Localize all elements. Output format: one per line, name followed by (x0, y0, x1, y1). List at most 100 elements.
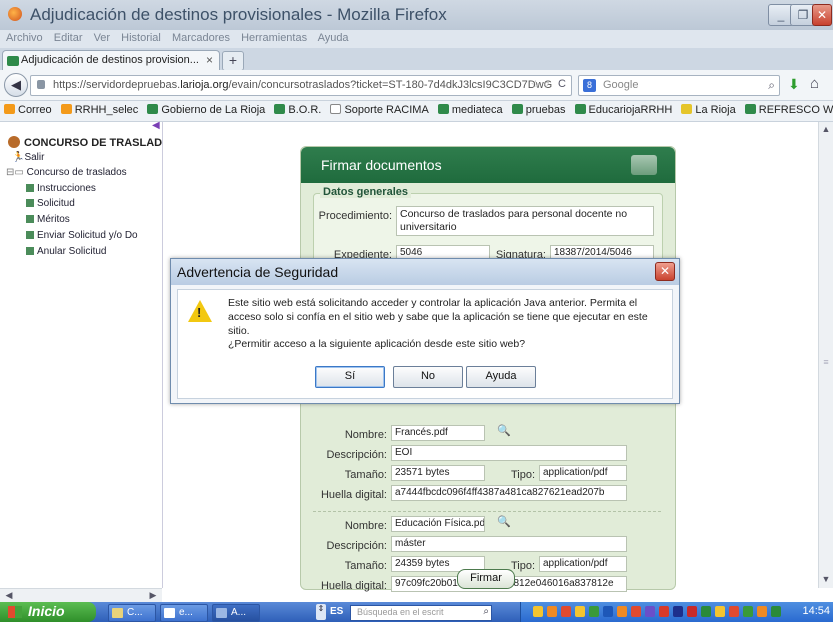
tray-app-icon[interactable] (673, 606, 683, 617)
taskbar-item-explorer[interactable]: C... (108, 604, 156, 622)
sidebar-item-anular[interactable]: Anular Solicitud (26, 246, 106, 257)
bookmark-educariojarrhh[interactable]: EducariojaRRHH (574, 104, 672, 116)
tray-app-icon[interactable] (617, 606, 627, 617)
grid-icon (26, 184, 34, 192)
bookmark-correo[interactable]: Correo (4, 104, 52, 116)
dialog-question: ¿Permitir acceso a la siguiente aplicaci… (228, 338, 526, 350)
tray-app-icon[interactable] (547, 606, 557, 617)
url-bar[interactable]: https://servidordepruebas.larioja.org/ev… (30, 75, 572, 96)
tray-app-icon[interactable] (715, 606, 725, 617)
tab-close-icon[interactable]: × (206, 53, 213, 67)
taskbar-item-active[interactable]: A... (212, 604, 260, 622)
grid-icon (26, 231, 34, 239)
scroll-right-icon[interactable]: ▶ (146, 590, 160, 601)
sidebar-item-solicitud[interactable]: Solicitud (26, 198, 75, 209)
download-icon[interactable]: ⬇ (788, 76, 800, 93)
menu-ver[interactable]: Ver (94, 32, 111, 44)
bookmark-rrhh-selec[interactable]: RRHH_selec (60, 104, 138, 116)
dialog-body: ! Este sitio web está solicitando accede… (177, 289, 673, 399)
bookmark-refresco-web[interactable]: REFRESCO WEB (744, 104, 833, 116)
bookmark-la-rioja[interactable]: La Rioja (681, 104, 736, 116)
sidebar-item-salir[interactable]: 🏃Salir (12, 152, 44, 163)
huella-label: Huella digital: (320, 580, 387, 592)
menu-editar[interactable]: Editar (54, 32, 83, 44)
vertical-scrollbar[interactable]: ▲ ≡ ▼ (818, 122, 833, 588)
tray-app-icon[interactable] (561, 606, 571, 617)
language-indicator[interactable]: ES (330, 606, 343, 617)
window-titlebar: Adjudicación de destinos provisionales -… (0, 0, 833, 30)
tray-app-icon[interactable] (743, 606, 753, 617)
scroll-up-icon[interactable]: ▲ (819, 124, 833, 134)
yes-button[interactable]: Sí (315, 366, 385, 388)
scroll-grip-icon[interactable]: ≡ (819, 357, 833, 367)
doc1-huella-field: a7444fbcdc096f4ff4387a481ca827621ead207b (391, 485, 627, 501)
nombre-label: Nombre: (344, 429, 387, 441)
scroll-left-icon[interactable]: ◀ (2, 590, 16, 601)
firmar-button[interactable]: Firmar (457, 569, 515, 589)
sidebar-root[interactable]: ⊟▭ Concurso de traslados (6, 167, 127, 178)
collapse-arrow-icon[interactable]: ◀ (152, 120, 160, 131)
scroll-down-icon[interactable]: ▼ (819, 574, 833, 584)
descripcion-label: Descripción: (326, 540, 387, 552)
bookmark-bor[interactable]: B.O.R. (274, 104, 321, 116)
google-engine-icon[interactable]: 8 (583, 79, 596, 92)
tray-app-icon[interactable] (701, 606, 711, 617)
tray-app-icon[interactable] (603, 606, 613, 617)
no-button[interactable]: No (393, 366, 463, 388)
taskbar-item-word[interactable]: e... (160, 604, 208, 622)
reload-icon[interactable]: C (558, 78, 566, 90)
tray-app-icon[interactable] (631, 606, 641, 617)
help-button[interactable]: Ayuda (466, 366, 536, 388)
tray-app-icon[interactable] (589, 606, 599, 617)
bookmark-icon (511, 104, 523, 114)
taskbar-search-input[interactable]: Búsqueda en el escrit ⌕ (350, 605, 492, 621)
bookmark-mediateca[interactable]: mediateca (437, 104, 503, 116)
dialog-title: Advertencia de Seguridad (177, 264, 339, 280)
sidebar-item-enviar[interactable]: Enviar Solicitud y/o Do (26, 230, 138, 241)
home-icon[interactable]: ⌂ (810, 75, 819, 92)
sidebar-item-instrucciones[interactable]: Instrucciones (26, 183, 96, 194)
bookmark-soporte-racima[interactable]: Soporte RACIMA (330, 104, 429, 116)
language-switch-icon[interactable]: ⇕ (316, 604, 326, 620)
dialog-close-icon[interactable]: ✕ (655, 262, 675, 281)
search-icon[interactable]: ⌕ (768, 78, 775, 93)
new-tab-button[interactable]: + (222, 51, 244, 71)
search-bar[interactable]: 8 Google ⌕ (578, 75, 780, 96)
bookmark-pruebas[interactable]: pruebas (511, 104, 565, 116)
search-icon[interactable]: ⌕ (483, 606, 489, 617)
tray-app-icon[interactable] (771, 606, 781, 617)
dialog-titlebar: Advertencia de Seguridad ✕ (171, 259, 679, 285)
bookmark-icon (744, 104, 756, 114)
tray-app-icon[interactable] (687, 606, 697, 617)
tab-adjudicacion[interactable]: Adjudicación de destinos provision... × (2, 50, 220, 71)
folder-icon (112, 608, 123, 618)
sidebar-item-meritos[interactable]: Méritos (26, 214, 70, 225)
close-window-button[interactable]: ✕ (812, 4, 832, 26)
bookmark-gobierno[interactable]: Gobierno de La Rioja (147, 104, 265, 116)
doc2-descripcion-field: máster (391, 536, 627, 552)
tray-app-icon[interactable] (757, 606, 767, 617)
menu-archivo[interactable]: Archivo (6, 32, 43, 44)
sidebar-title: CONCURSO DE TRASLAD (24, 137, 163, 149)
back-button[interactable]: ◀ (4, 73, 28, 97)
doc2-tipo-field: application/pdf (539, 556, 627, 572)
view-document-icon[interactable]: 🔍 (497, 515, 511, 528)
tray-app-icon[interactable] (533, 606, 543, 617)
menu-historial[interactable]: Historial (121, 32, 161, 44)
view-document-icon[interactable]: 🔍 (497, 424, 511, 437)
system-tray: 14:54 (520, 602, 833, 622)
tray-app-icon[interactable] (729, 606, 739, 617)
warning-mark-icon: ! (197, 305, 202, 320)
folder-icon: ⊟▭ (6, 167, 27, 178)
tray-app-icon[interactable] (575, 606, 585, 617)
tamano-label: Tamaño: (344, 560, 387, 572)
start-button[interactable]: Inicio (0, 602, 96, 622)
tray-app-icon[interactable] (659, 606, 669, 617)
tray-app-icon[interactable] (645, 606, 655, 617)
menu-marcadores[interactable]: Marcadores (172, 32, 230, 44)
doc1-tipo-field: application/pdf (539, 465, 627, 481)
bookmark-star-icon[interactable]: ☆ ▿ (531, 78, 549, 91)
menu-herramientas[interactable]: Herramientas (241, 32, 307, 44)
menu-ayuda[interactable]: Ayuda (318, 32, 349, 44)
horizontal-scrollbar[interactable]: ◀ ▶ (0, 588, 162, 603)
